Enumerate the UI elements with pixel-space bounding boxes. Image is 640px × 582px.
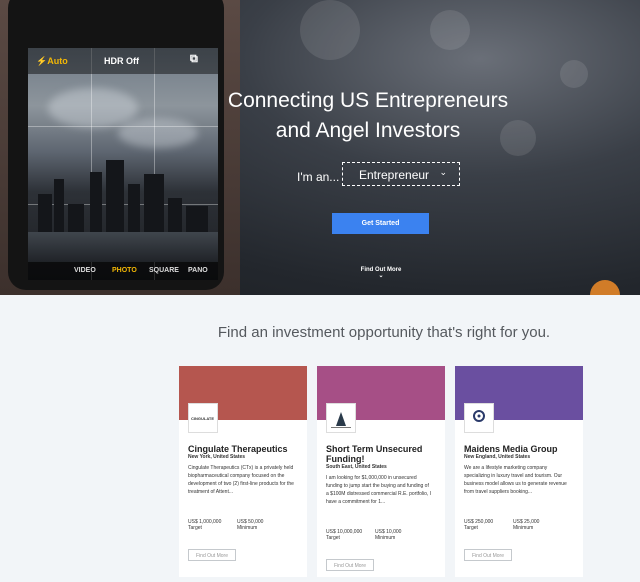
minimum-stat: US$ 10,000 Minimum <box>375 529 405 541</box>
minimum-label: Minimum <box>237 525 258 531</box>
company-logo <box>464 403 494 433</box>
camera-top-bar: ⚡Auto HDR Off ⧉ <box>28 48 218 74</box>
phone-image: ⚡Auto HDR Off ⧉ VIDEO PHOTO SQUARE PANO <box>8 0 224 290</box>
cloud <box>48 88 138 128</box>
camera-grid <box>28 126 218 127</box>
water <box>28 232 218 262</box>
bokeh-light <box>560 60 588 88</box>
investment-card[interactable]: Short Term Unsecured Funding! South East… <box>317 366 445 577</box>
chevron-down-icon: ⌄ <box>378 273 384 279</box>
hero-section: ⚡Auto HDR Off ⧉ VIDEO PHOTO SQUARE PANO … <box>0 0 640 295</box>
company-logo: CINGULATE <box>188 403 218 433</box>
find-out-more-link[interactable]: Find Out More ⌄ <box>351 267 411 279</box>
target-label: Target <box>188 525 202 531</box>
investment-card[interactable]: Maidens Media Group New England, United … <box>455 366 583 577</box>
target-stat: US$ 10,000,000 Target <box>326 529 366 541</box>
target-label: Target <box>464 525 478 531</box>
card-location: New England, United States <box>464 454 531 460</box>
mode-square: SQUARE <box>149 267 179 274</box>
role-select[interactable]: Entrepreneur ⌄ <box>342 162 460 186</box>
target-stat: US$ 250,000 Target <box>464 519 504 531</box>
gear-icon <box>473 410 485 422</box>
minimum-stat: US$ 25,000 Minimum <box>513 519 543 531</box>
flash-indicator: ⚡Auto <box>36 56 68 66</box>
city-skyline <box>28 154 218 234</box>
card-location: New York, United States <box>188 454 246 460</box>
minimum-label: Minimum <box>375 535 396 541</box>
camera-mode-bar: VIDEO PHOTO SQUARE PANO <box>28 262 218 280</box>
investment-card[interactable]: CINGULATE Cingulate Therapeutics New Yor… <box>179 366 307 577</box>
mode-pano: PANO <box>188 267 208 274</box>
card-description: Cingulate Therapeutics (CTx) is a privat… <box>188 465 294 495</box>
company-logo-text: CINGULATE <box>191 416 215 421</box>
mode-photo: PHOTO <box>112 267 137 274</box>
card-description: I am looking for $1,000,000 in unsecured… <box>326 475 432 505</box>
bokeh-light <box>300 0 360 60</box>
target-stat: US$ 1,000,000 Target <box>188 519 228 531</box>
section-title: Find an investment opportunity that's ri… <box>217 324 551 341</box>
card-title[interactable]: Cingulate Therapeutics <box>188 444 300 454</box>
camera-switch-icon: ⧉ <box>190 53 198 65</box>
find-out-more-button[interactable]: Find Out More <box>188 549 236 561</box>
card-location: South East, United States <box>326 464 387 470</box>
find-out-more-button[interactable]: Find Out More <box>326 559 374 571</box>
bokeh-light <box>430 10 470 50</box>
phone-screen: ⚡Auto HDR Off ⧉ VIDEO PHOTO SQUARE PANO <box>28 48 218 280</box>
card-title[interactable]: Maidens Media Group <box>464 444 576 454</box>
minimum-label: Minimum <box>513 525 534 531</box>
company-logo <box>326 403 356 433</box>
card-title[interactable]: Short Term Unsecured Funding! <box>326 444 438 464</box>
cloud <box>118 118 198 148</box>
building-icon <box>331 412 351 428</box>
find-out-more-button[interactable]: Find Out More <box>464 549 512 561</box>
card-description: We are a lifestyle marketing company spe… <box>464 465 567 495</box>
mode-video: VIDEO <box>74 267 96 274</box>
get-started-button[interactable]: Get Started <box>332 213 429 234</box>
role-label: I'm an... <box>297 170 340 184</box>
role-select-value: Entrepreneur <box>359 168 430 182</box>
hdr-indicator: HDR Off <box>104 56 139 66</box>
hero-title: Connecting US Entrepreneurs and Angel In… <box>227 89 509 142</box>
bokeh-light <box>590 280 620 295</box>
target-label: Target <box>326 535 340 541</box>
minimum-stat: US$ 50,000 Minimum <box>237 519 267 531</box>
chevron-down-icon: ⌄ <box>439 167 447 177</box>
